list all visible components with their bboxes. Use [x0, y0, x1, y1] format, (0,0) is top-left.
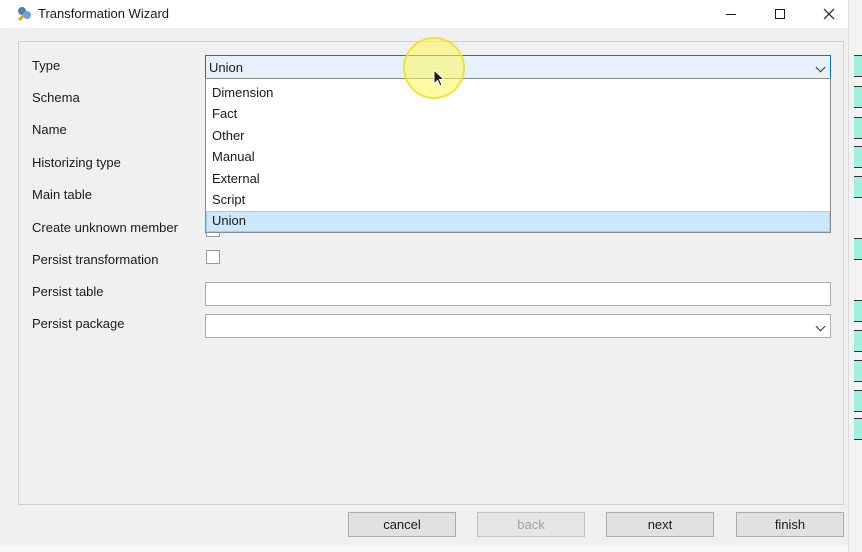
create-unknown-member-label: Create unknown member: [32, 220, 178, 235]
background-cell: [854, 418, 862, 440]
type-select-value: Union: [209, 60, 243, 75]
type-label: Type: [32, 58, 61, 73]
type-option-other[interactable]: Other: [206, 126, 830, 147]
background-cell: [854, 55, 862, 77]
cancel-button[interactable]: cancel: [348, 512, 456, 537]
chevron-down-icon: [815, 62, 826, 73]
type-dropdown-list[interactable]: Dimension Fact Other Manual External Scr…: [205, 78, 831, 233]
chevron-down-icon: [815, 321, 826, 332]
type-option-script[interactable]: Script: [206, 190, 830, 211]
background-cell: [854, 238, 862, 260]
background-cell: [854, 146, 862, 168]
background-cell: [854, 330, 862, 352]
persist-package-select[interactable]: [205, 314, 831, 338]
back-button[interactable]: back: [477, 512, 585, 537]
persist-transformation-label: Persist transformation: [32, 252, 159, 267]
background-window-strip: [848, 0, 862, 552]
minimize-icon: [726, 13, 736, 15]
close-button[interactable]: [806, 0, 852, 28]
persist-package-label: Persist package: [32, 316, 125, 331]
schema-label: Schema: [32, 90, 80, 105]
name-label: Name: [32, 122, 67, 137]
type-option-manual[interactable]: Manual: [206, 147, 830, 168]
form-panel: Type Schema Name Historizing type Main t…: [18, 41, 844, 505]
close-icon: [823, 8, 835, 20]
maximize-icon: [775, 9, 785, 19]
minimize-button[interactable]: [708, 0, 754, 28]
background-cell: [854, 176, 862, 198]
window-title: Transformation Wizard: [38, 6, 169, 21]
background-cell: [854, 360, 862, 382]
persist-table-label: Persist table: [32, 284, 104, 299]
type-option-dimension[interactable]: Dimension: [206, 83, 830, 104]
persist-transformation-checkbox[interactable]: [206, 250, 220, 264]
mouse-cursor-icon: [433, 69, 446, 87]
type-option-union[interactable]: Union: [206, 211, 830, 232]
persist-table-input[interactable]: [205, 282, 831, 306]
background-cell: [854, 117, 862, 139]
taskbar-edge: [0, 546, 848, 552]
finish-button[interactable]: finish: [736, 512, 844, 537]
title-bar[interactable]: Transformation Wizard: [0, 0, 848, 28]
next-button[interactable]: next: [606, 512, 714, 537]
wizard-client-area: Type Schema Name Historizing type Main t…: [0, 28, 848, 552]
background-cell: [854, 390, 862, 412]
background-cell: [854, 300, 862, 322]
type-select[interactable]: Union: [205, 55, 831, 79]
type-option-external[interactable]: External: [206, 169, 830, 190]
maximize-button[interactable]: [757, 0, 803, 28]
background-cell: [854, 86, 862, 108]
main-table-label: Main table: [32, 187, 92, 202]
cursor-highlight: [403, 37, 465, 99]
historizing-type-label: Historizing type: [32, 155, 121, 170]
wizard-app-icon: [18, 7, 31, 21]
type-option-fact[interactable]: Fact: [206, 104, 830, 125]
